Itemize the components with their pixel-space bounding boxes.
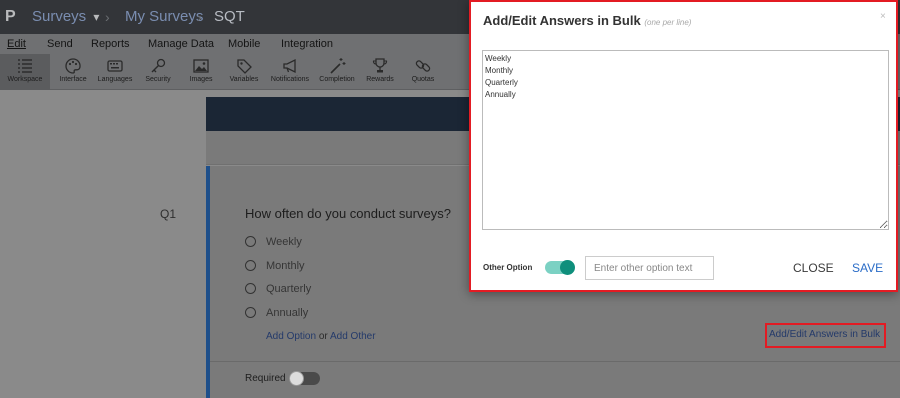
- tool-label: Languages: [97, 76, 133, 83]
- question-card-accent: [206, 166, 210, 398]
- tag-icon: [237, 59, 252, 74]
- tool-interface[interactable]: Interface: [55, 54, 91, 90]
- tool-label: Interface: [59, 76, 87, 83]
- breadcrumb-surveys-label: Surveys: [32, 8, 87, 25]
- workspace-icon: [18, 59, 32, 73]
- other-option-label: Other Option: [483, 263, 533, 272]
- tool-workspace[interactable]: Workspace: [0, 54, 50, 90]
- close-icon[interactable]: ×: [880, 11, 886, 22]
- tool-images[interactable]: Images: [186, 54, 216, 90]
- required-label: Required: [245, 373, 286, 384]
- breadcrumb-surveys[interactable]: Surveys ▾: [32, 8, 99, 25]
- breadcrumb-separator: ›: [105, 9, 110, 25]
- modal-title: Add/Edit Answers in Bulk (one per line): [483, 13, 691, 28]
- answer-option-label: Weekly: [266, 236, 302, 248]
- radio-button[interactable]: [245, 236, 256, 247]
- tool-label: Workspace: [7, 76, 43, 83]
- close-button[interactable]: CLOSE: [793, 261, 834, 275]
- chain-icon: [415, 60, 431, 72]
- tool-languages[interactable]: Languages: [95, 54, 135, 90]
- question-text[interactable]: How often do you conduct surveys?: [245, 206, 451, 221]
- answer-option-label: Quarterly: [266, 283, 312, 295]
- menu-mobile[interactable]: Mobile: [228, 38, 260, 50]
- add-option-links: Add Option or Add Other: [266, 331, 376, 342]
- menu-send[interactable]: Send: [47, 38, 73, 50]
- tool-label: Quotas: [411, 76, 435, 83]
- tool-variables[interactable]: Variables: [226, 54, 262, 90]
- tool-label: Completion: [319, 76, 355, 83]
- tool-label: Rewards: [366, 76, 394, 83]
- radio-button[interactable]: [245, 283, 256, 294]
- breadcrumb-separator: ›: [197, 9, 202, 25]
- save-button[interactable]: SAVE: [852, 261, 883, 275]
- toggle-knob: [289, 371, 304, 386]
- or-text: or: [318, 331, 328, 342]
- modal-title-text: Add/Edit Answers in Bulk: [483, 13, 641, 28]
- bulk-answers-link[interactable]: Add/Edit Answers in Bulk: [765, 323, 886, 348]
- image-icon: [193, 59, 209, 73]
- tool-notifications[interactable]: Notifications: [266, 54, 314, 90]
- add-option-link[interactable]: Add Option: [266, 331, 316, 342]
- other-option-toggle[interactable]: [545, 260, 575, 275]
- menu-manage-data[interactable]: Manage Data: [148, 38, 214, 50]
- tool-security[interactable]: Security: [140, 54, 176, 90]
- answer-option[interactable]: Monthly: [245, 260, 305, 272]
- other-option-input[interactable]: [585, 256, 714, 280]
- add-other-link[interactable]: Add Other: [330, 331, 376, 342]
- menu-edit[interactable]: Edit: [7, 38, 26, 50]
- answer-option[interactable]: Weekly: [245, 236, 302, 248]
- palette-icon: [65, 58, 81, 74]
- answer-option-label: Annually: [266, 307, 309, 319]
- bulk-answers-modal: Add/Edit Answers in Bulk (one per line) …: [469, 0, 898, 292]
- megaphone-icon: [283, 58, 296, 74]
- menu-reports[interactable]: Reports: [91, 38, 130, 50]
- answer-option[interactable]: Quarterly: [245, 283, 311, 295]
- modal-title-hint: (one per line): [644, 18, 692, 27]
- tool-label: Variables: [229, 76, 259, 83]
- radio-button[interactable]: [245, 260, 256, 271]
- menu-integration[interactable]: Integration: [281, 38, 333, 50]
- keyboard-icon: [107, 60, 123, 72]
- divider: [210, 361, 900, 362]
- key-icon: [151, 58, 166, 73]
- toggle-knob: [560, 260, 575, 275]
- tool-label: Security: [145, 76, 171, 83]
- tool-rewards[interactable]: Rewards: [363, 54, 397, 90]
- tool-completion[interactable]: Completion: [316, 54, 358, 90]
- answer-option[interactable]: Annually: [245, 307, 308, 319]
- tool-label: Images: [189, 76, 213, 83]
- trophy-icon: [372, 58, 388, 73]
- chevron-down-icon: ▾: [93, 10, 100, 24]
- answer-option-label: Monthly: [266, 260, 305, 272]
- magic-wand-icon: [330, 58, 346, 74]
- breadcrumb-my-surveys[interactable]: My Surveys: [125, 8, 203, 25]
- breadcrumb-current-survey: SQT: [214, 8, 245, 25]
- required-toggle[interactable]: [289, 371, 320, 386]
- question-number: Q1: [160, 207, 177, 221]
- radio-button[interactable]: [245, 307, 256, 318]
- app-logo[interactable]: P: [5, 8, 16, 26]
- tool-label: Notifications: [270, 76, 310, 83]
- bulk-answers-textarea[interactable]: Weekly Monthly Quarterly Annually: [482, 50, 889, 230]
- tool-quotas[interactable]: Quotas: [406, 54, 440, 90]
